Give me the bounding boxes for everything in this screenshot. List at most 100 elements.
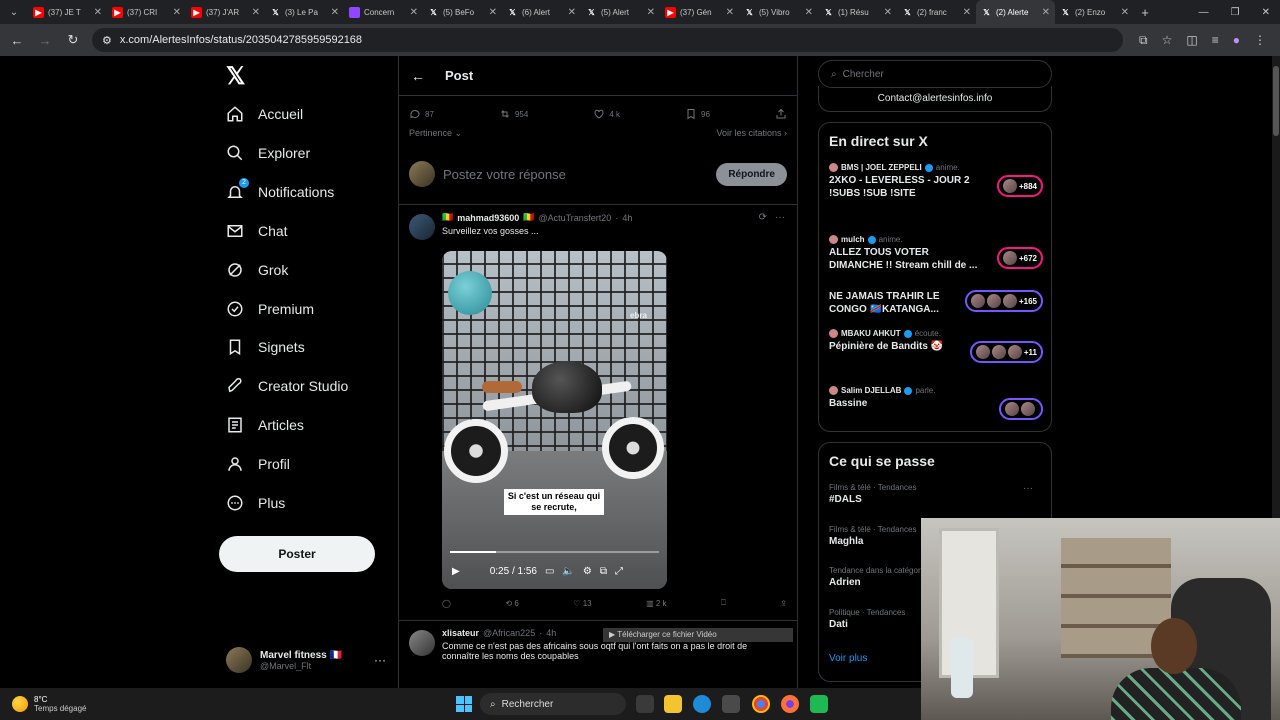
close-icon[interactable]: ✕ bbox=[94, 7, 102, 18]
tweet-time[interactable]: 4h bbox=[622, 213, 632, 223]
captions-icon[interactable]: ▭ bbox=[545, 566, 554, 577]
more-icon[interactable]: ··· bbox=[374, 653, 386, 667]
browser-tab[interactable]: Concern ✕ bbox=[344, 0, 423, 24]
sidebar-item-explorer[interactable]: Explorer bbox=[226, 138, 310, 168]
sidebar-item-notifications[interactable]: 2 Notifications bbox=[226, 177, 334, 207]
close-icon[interactable]: ✕ bbox=[805, 7, 813, 18]
live-space-item[interactable]: Salim DJELLAB parle. Bassine bbox=[829, 386, 1043, 420]
install-icon[interactable]: ⧉ bbox=[1139, 33, 1148, 48]
sidebar-item-signets[interactable]: Signets bbox=[226, 332, 305, 362]
trend-item[interactable]: Films & télé · Tendances #DALS ··· bbox=[829, 483, 1043, 505]
video-progress-bar[interactable] bbox=[450, 551, 659, 553]
listener-pill[interactable]: +672 bbox=[996, 247, 1043, 269]
contact-link[interactable]: Contact@alertesinfos.info bbox=[818, 86, 1052, 112]
sidebar-item-premium[interactable]: Premium bbox=[226, 294, 314, 324]
browser-tab[interactable]: 𝕏 (3) Le Pa ✕ bbox=[265, 0, 344, 24]
views-button[interactable]: ▥ 2 k bbox=[646, 599, 666, 608]
edge-icon[interactable] bbox=[693, 695, 711, 713]
view-quotes-link[interactable]: Voir les citations › bbox=[716, 128, 787, 139]
listener-pill[interactable]: +11 bbox=[969, 341, 1043, 363]
listener-pill[interactable]: +165 bbox=[964, 290, 1043, 312]
repost-count[interactable]: 954 bbox=[499, 108, 528, 120]
account-switcher[interactable]: Marvel fitness 🇫🇷 @Marvel_Flt ··· bbox=[226, 642, 386, 678]
live-space-item[interactable]: BMS | JOEL ZEPPELI anime. 2XKO - LEVERLESS… bbox=[829, 163, 1043, 200]
browser-tab[interactable]: 𝕏 (5) Alert ✕ bbox=[581, 0, 660, 24]
back-icon[interactable]: ← bbox=[8, 33, 26, 48]
author-handle[interactable]: @African225 bbox=[483, 628, 535, 638]
browser-tab[interactable]: ▶ (37) CRI ✕ bbox=[107, 0, 186, 24]
reply-icon[interactable]: ◯ bbox=[442, 599, 451, 608]
avatar[interactable] bbox=[409, 630, 435, 656]
browser-tab[interactable]: 𝕏 (1) Résu ✕ bbox=[818, 0, 897, 24]
minimize-icon[interactable]: — bbox=[1199, 7, 1209, 18]
browser-tab[interactable]: ▶ (37) J'AR ✕ bbox=[186, 0, 265, 24]
back-arrow-icon[interactable]: ← bbox=[411, 68, 425, 84]
close-icon[interactable]: ✕ bbox=[1121, 7, 1129, 18]
site-info-icon[interactable]: ⚙ bbox=[102, 34, 112, 47]
download-video-overlay[interactable]: ▶ Télécharger ce fichier Vidéo bbox=[603, 628, 793, 642]
close-icon[interactable]: ✕ bbox=[963, 7, 971, 18]
sidebar-item-articles[interactable]: Articles bbox=[226, 410, 304, 440]
weather-widget[interactable]: 8°C Temps dégagé bbox=[0, 695, 200, 713]
close-icon[interactable]: ✕ bbox=[410, 7, 418, 18]
close-icon[interactable]: ✕ bbox=[331, 7, 339, 18]
play-icon[interactable]: ▶ bbox=[452, 566, 460, 577]
author-name[interactable]: mahmad93600 bbox=[457, 213, 519, 223]
search-input[interactable]: ⌕ Chercher bbox=[818, 60, 1052, 88]
firefox-icon[interactable] bbox=[781, 695, 799, 713]
author-name[interactable]: xlisateur bbox=[442, 628, 479, 638]
close-icon[interactable]: ✕ bbox=[252, 7, 260, 18]
tweet-time[interactable]: 4h bbox=[546, 628, 556, 638]
browser-tab[interactable]: 𝕏 (2) Enzo ✕ bbox=[1055, 0, 1134, 24]
sidebar-item-chat[interactable]: Chat bbox=[226, 216, 288, 246]
sidebar-item-profil[interactable]: Profil bbox=[226, 449, 290, 479]
sidebar-item-accueil[interactable]: Accueil bbox=[226, 99, 303, 129]
task-view-icon[interactable] bbox=[636, 695, 654, 713]
chrome-icon[interactable] bbox=[752, 695, 770, 713]
browser-tab[interactable]: ▶ (37) JE T ✕ bbox=[28, 0, 107, 24]
tab-search-icon[interactable]: ⌄ bbox=[0, 0, 28, 24]
browser-tab[interactable]: 𝕏 (2) Alerte ✕ bbox=[976, 0, 1055, 24]
fullscreen-icon[interactable]: ⤢ bbox=[615, 566, 623, 577]
bookmark-count[interactable]: 96 bbox=[685, 108, 710, 120]
close-icon[interactable]: ✕ bbox=[173, 7, 181, 18]
sidebar-item-plus[interactable]: Plus bbox=[226, 488, 285, 518]
file-explorer-icon[interactable] bbox=[664, 695, 682, 713]
video-player[interactable]: ebra Si c'est un réseau qui se recrute, … bbox=[442, 251, 667, 589]
close-icon[interactable]: ✕ bbox=[647, 7, 655, 18]
pip-icon[interactable]: ⧉ bbox=[600, 566, 607, 577]
listener-pill[interactable] bbox=[999, 398, 1043, 420]
close-window-icon[interactable]: ✕ bbox=[1262, 7, 1270, 18]
avatar[interactable] bbox=[409, 214, 435, 240]
browser-tab[interactable]: ▶ (37) Gén ✕ bbox=[660, 0, 739, 24]
sidebar-item-creator-studio[interactable]: Creator Studio bbox=[226, 371, 348, 401]
reply-input[interactable]: Postez votre réponse bbox=[443, 167, 708, 182]
like-button[interactable]: ♡ 13 bbox=[573, 599, 591, 608]
live-space-item[interactable]: NE JAMAIS TRAHIR LE CONGO 🇨🇩KATANGA... +1… bbox=[829, 288, 1043, 316]
volume-icon[interactable]: 🔈 bbox=[562, 566, 574, 577]
like-count[interactable]: 4 k bbox=[593, 108, 620, 120]
new-tab-button[interactable]: + bbox=[1134, 5, 1156, 20]
sidebar-item-grok[interactable]: Grok bbox=[226, 255, 288, 285]
extensions-icon[interactable]: ◫ bbox=[1186, 33, 1197, 48]
close-icon[interactable]: ✕ bbox=[726, 7, 734, 18]
reload-icon[interactable]: ↻ bbox=[64, 32, 82, 48]
app-icon[interactable] bbox=[810, 695, 828, 713]
browser-tab[interactable]: 𝕏 (5) Vibro ✕ bbox=[739, 0, 818, 24]
url-field[interactable]: ⚙ x.com/AlertesInfos/status/203504278595… bbox=[92, 28, 1124, 52]
taskbar-search[interactable]: ⌕ Rechercher bbox=[480, 693, 626, 715]
see-more-link[interactable]: Voir plus bbox=[829, 653, 867, 664]
sidepanel-icon[interactable]: ≡ bbox=[1212, 33, 1219, 48]
repost-button[interactable]: ⟲ 6 bbox=[505, 599, 518, 608]
x-logo-icon[interactable]: 𝕏 bbox=[226, 62, 245, 91]
close-icon[interactable]: ✕ bbox=[489, 7, 497, 18]
bookmark-star-icon[interactable]: ☆ bbox=[1162, 33, 1173, 48]
maximize-icon[interactable]: ❐ bbox=[1231, 7, 1240, 18]
more-icon[interactable]: ··· bbox=[1023, 483, 1033, 494]
share-button[interactable] bbox=[775, 108, 787, 120]
store-icon[interactable] bbox=[722, 695, 740, 713]
live-space-item[interactable]: MBAKU AHKUT écoute. Pépinière de Bandits 🤡… bbox=[829, 329, 1043, 363]
browser-tab[interactable]: 𝕏 (6) Alert ✕ bbox=[502, 0, 581, 24]
more-icon[interactable]: ··· bbox=[775, 212, 785, 223]
close-icon[interactable]: ✕ bbox=[1042, 7, 1050, 18]
